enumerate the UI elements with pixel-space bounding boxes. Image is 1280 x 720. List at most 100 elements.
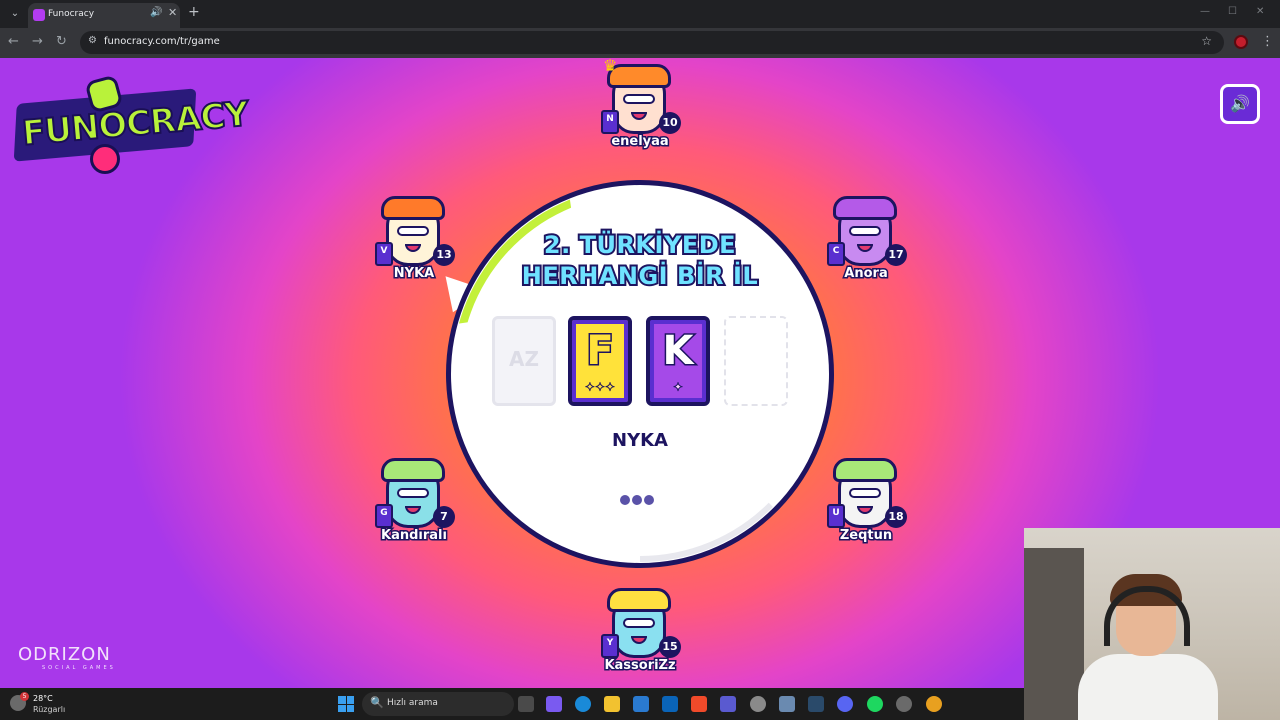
player-zeqtun: U 18 Zeqtun — [811, 458, 921, 558]
star-icon[interactable]: ☆ — [1201, 34, 1212, 48]
player-letter-card: V — [375, 242, 393, 266]
player-score: 10 — [659, 112, 681, 134]
close-icon[interactable]: ✕ — [168, 6, 177, 19]
discord-icon[interactable] — [837, 696, 853, 712]
typing-dot — [644, 495, 654, 505]
player-hair — [381, 196, 445, 220]
tab-search-icon[interactable]: ⌄ — [6, 5, 24, 23]
player-eyes — [849, 488, 881, 498]
browser-toolbar: ← → ↻ ⚙ funocracy.com/tr/game ☆ — [0, 28, 1280, 58]
back-arrow-icon[interactable]: ← — [8, 34, 19, 49]
speaker-icon[interactable]: 🔊 — [150, 7, 162, 18]
windows-logo-icon — [346, 704, 354, 712]
tune-icon[interactable]: ⚙ — [88, 35, 97, 46]
notification-badge: 5 — [20, 692, 29, 701]
player-eyes — [623, 94, 655, 104]
favicon-icon — [33, 9, 45, 21]
browser-tab-bar: ⌄ Funocracy 🔊 ✕ + — ☐ ✕ — [0, 0, 1280, 28]
webcam-background-shelf — [1024, 548, 1084, 720]
player-letter-card: N — [601, 110, 619, 134]
forward-arrow-icon[interactable]: → — [32, 34, 43, 49]
typing-indicator — [620, 490, 660, 505]
window-close-icon[interactable]: ✕ — [1256, 6, 1264, 17]
sort-card[interactable]: AZ — [492, 316, 556, 406]
taskbar-search[interactable]: 🔍 Hızlı arama — [362, 692, 514, 716]
search-placeholder: Hızlı arama — [387, 698, 438, 708]
brand-name: ODRIZON — [18, 644, 111, 665]
player-letter-card: U — [827, 504, 845, 528]
plus-icon[interactable]: + — [188, 4, 200, 20]
letter-card-k[interactable]: K ✦ — [646, 316, 710, 406]
player-score: 7 — [433, 506, 455, 528]
webcam-overlay — [1024, 528, 1280, 720]
steam-icon[interactable] — [808, 696, 824, 712]
copilot-icon[interactable] — [546, 696, 562, 712]
player-hair — [833, 458, 897, 482]
player-eyes — [623, 618, 655, 628]
settings-icon[interactable] — [750, 696, 766, 712]
typing-dot — [620, 495, 630, 505]
sound-toggle-button[interactable]: 🔊 — [1220, 84, 1260, 124]
windows-logo-icon — [338, 704, 346, 712]
brave-icon[interactable] — [691, 696, 707, 712]
weather-temperature: 28°C — [33, 694, 53, 703]
tab-title: Funocracy — [48, 9, 95, 19]
card-letter: F — [585, 327, 615, 376]
player-name: enelyaa — [610, 133, 670, 151]
player-score: 17 — [885, 244, 907, 266]
weather-condition: Rüzgarlı — [33, 705, 66, 714]
typing-dot — [632, 495, 642, 505]
tongue-face-icon — [90, 144, 120, 174]
photos-icon[interactable] — [779, 696, 795, 712]
question-text: 2. TÜRKİYEDE HERHANGİ BİR İL — [520, 229, 760, 292]
player-eyes — [397, 488, 429, 498]
streamer-body — [1078, 654, 1218, 720]
brand-subtitle: SOCIAL GAMES — [42, 665, 116, 671]
address-bar[interactable]: ⚙ funocracy.com/tr/game ☆ — [80, 31, 1224, 54]
search-icon: 🔍 — [370, 696, 384, 709]
empty-card-slot — [724, 316, 788, 406]
store-icon[interactable] — [633, 696, 649, 712]
task-view-icon[interactable] — [518, 696, 534, 712]
current-player-name: NYKA — [612, 430, 668, 451]
player-hair — [381, 458, 445, 482]
player-score: 13 — [433, 244, 455, 266]
card-stars: ✦ — [672, 380, 684, 395]
extension-icon[interactable] — [1234, 35, 1248, 49]
player-score: 15 — [659, 636, 681, 658]
card-stars: ✦✦✦ — [584, 380, 616, 395]
crown-icon: ♛ — [603, 58, 618, 75]
player-hair — [607, 588, 671, 612]
card-letter: K — [661, 327, 695, 376]
player-name: Kandıralı — [380, 527, 449, 545]
spotify-icon[interactable] — [867, 696, 883, 712]
player-score: 18 — [885, 506, 907, 528]
browser-tab[interactable]: Funocracy 🔊 ✕ — [28, 3, 180, 28]
player-letter-card: C — [827, 242, 845, 266]
player-kassorizz: Y 15 KassoriZz — [585, 588, 695, 688]
player-letter-card: Y — [601, 634, 619, 658]
odrizon-logo[interactable]: ODRIZON SOCIAL GAMES — [18, 644, 116, 671]
kebab-icon[interactable]: ⋮ — [1261, 34, 1274, 49]
player-name: Zeqtun — [838, 527, 893, 545]
start-button[interactable] — [338, 696, 354, 712]
file-explorer-icon[interactable] — [604, 696, 620, 712]
url-text[interactable]: funocracy.com/tr/game — [104, 36, 220, 47]
minimize-icon[interactable]: — — [1200, 6, 1210, 17]
player-eyes — [397, 226, 429, 236]
player-name: Anora — [843, 265, 889, 283]
teams-icon[interactable] — [720, 696, 736, 712]
player-hair — [833, 196, 897, 220]
player-name: KassoriZz — [603, 657, 677, 675]
funocracy-logo[interactable]: FUNOCRACY — [13, 74, 251, 174]
player-anora: C 17 Anora — [811, 196, 921, 296]
maximize-icon[interactable]: ☐ — [1228, 6, 1237, 17]
app-icon[interactable] — [896, 696, 912, 712]
chrome-icon[interactable] — [926, 696, 942, 712]
player-letter-card: G — [375, 504, 393, 528]
letter-card-f[interactable]: F ✦✦✦ — [568, 316, 632, 406]
edge-icon[interactable] — [575, 696, 591, 712]
reload-icon[interactable]: ↻ — [56, 34, 67, 49]
windows-logo-icon — [338, 696, 346, 704]
outlook-icon[interactable] — [662, 696, 678, 712]
